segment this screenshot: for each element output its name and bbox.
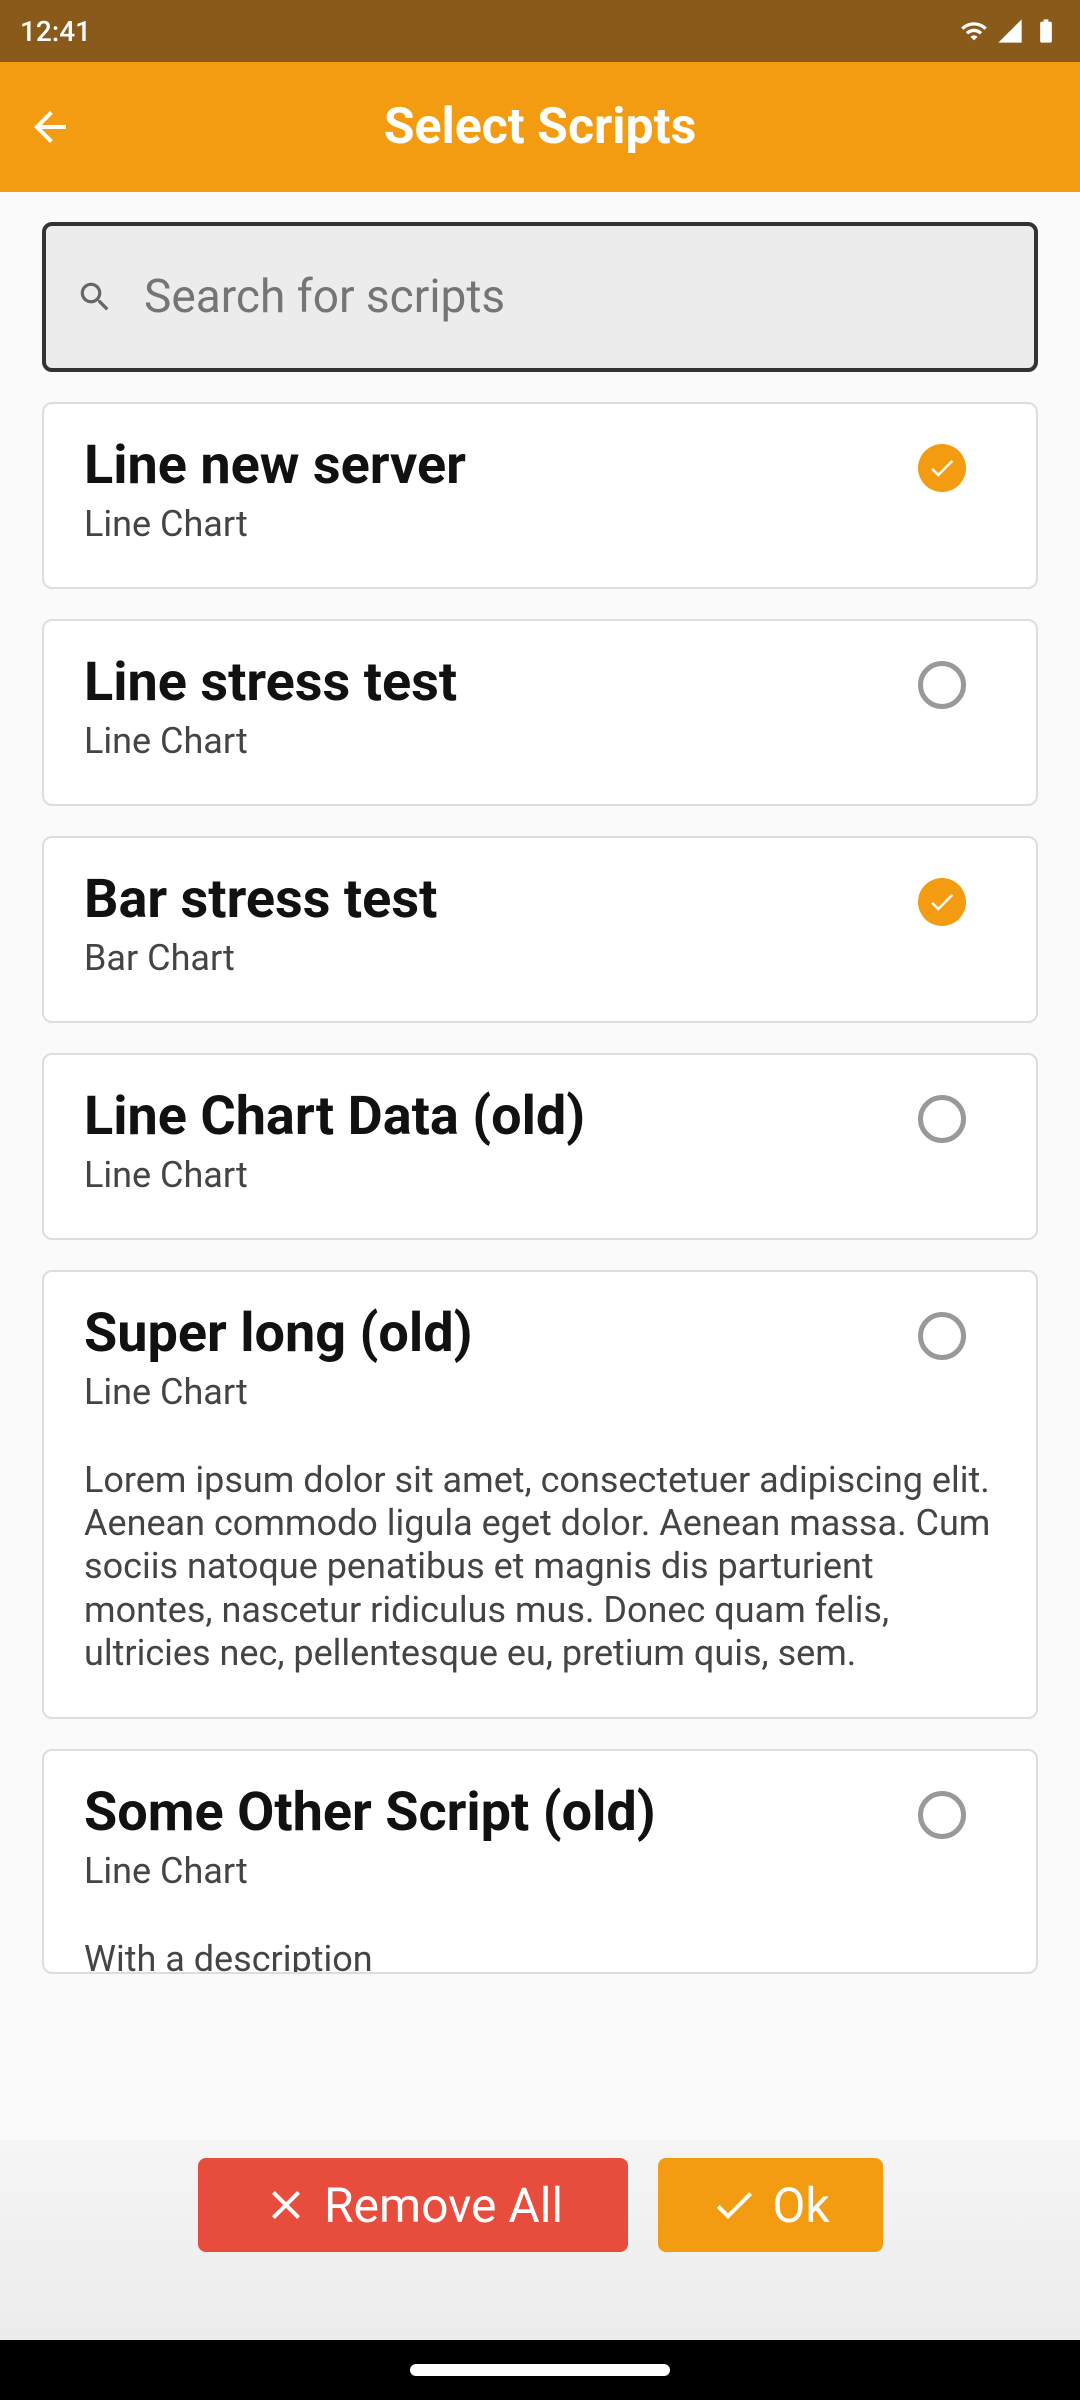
script-title: Bar stress test <box>84 868 918 931</box>
status-bar: 12:41 <box>0 0 1080 62</box>
close-icon <box>262 2181 310 2229</box>
list-item[interactable]: Some Other Script (old) Line Chart With … <box>42 1749 1038 1974</box>
script-title: Line Chart Data (old) <box>84 1085 918 1148</box>
status-icons <box>960 17 1060 45</box>
remove-all-button[interactable]: Remove All <box>198 2158 628 2252</box>
list-item[interactable]: Line Chart Data (old) Line Chart <box>42 1053 1038 1240</box>
selection-checked-icon[interactable] <box>918 878 966 926</box>
remove-all-label: Remove All <box>324 2177 563 2234</box>
selection-unchecked-icon[interactable] <box>918 1312 966 1360</box>
script-title: Super long (old) <box>84 1302 918 1365</box>
script-description: With a description <box>84 1938 996 1974</box>
status-time: 12:41 <box>20 15 91 48</box>
selection-unchecked-icon[interactable] <box>918 1095 966 1143</box>
selection-checked-icon[interactable] <box>918 444 966 492</box>
search-container <box>0 192 1080 402</box>
script-title: Line new server <box>84 434 918 497</box>
battery-icon <box>1032 17 1060 45</box>
list-item[interactable]: Line stress test Line Chart <box>42 619 1038 806</box>
system-nav-bar <box>0 2340 1080 2400</box>
app-bar: Select Scripts <box>0 62 1080 192</box>
selection-unchecked-icon[interactable] <box>918 661 966 709</box>
script-title: Some Other Script (old) <box>84 1781 918 1844</box>
selection-unchecked-icon[interactable] <box>918 1791 966 1839</box>
list-item[interactable]: Super long (old) Line Chart Lorem ipsum … <box>42 1270 1038 1719</box>
content-area: Line new server Line Chart Line stress t… <box>0 192 1080 2340</box>
list-item[interactable]: Bar stress test Bar Chart <box>42 836 1038 1023</box>
script-list: Line new server Line Chart Line stress t… <box>0 402 1080 1974</box>
script-subtitle: Line Chart <box>84 1850 918 1892</box>
script-title: Line stress test <box>84 651 918 714</box>
script-subtitle: Line Chart <box>84 1154 918 1196</box>
list-item[interactable]: Line new server Line Chart <box>42 402 1038 589</box>
script-subtitle: Bar Chart <box>84 937 918 979</box>
signal-icon <box>996 17 1024 45</box>
wifi-icon <box>960 17 988 45</box>
search-input[interactable] <box>144 270 1004 324</box>
search-box[interactable] <box>42 222 1038 372</box>
ok-label: Ok <box>772 2177 829 2234</box>
script-subtitle: Line Chart <box>84 503 918 545</box>
script-subtitle: Line Chart <box>84 720 918 762</box>
back-button[interactable] <box>20 97 80 157</box>
arrow-back-icon <box>26 103 74 151</box>
search-icon <box>76 278 114 316</box>
bottom-action-bar: Remove All Ok <box>0 2140 1080 2340</box>
home-indicator[interactable] <box>410 2364 670 2376</box>
ok-button[interactable]: Ok <box>658 2158 883 2252</box>
check-icon <box>710 2181 758 2229</box>
script-description: Lorem ipsum dolor sit amet, consectetuer… <box>84 1459 996 1675</box>
page-title: Select Scripts <box>384 98 697 156</box>
script-subtitle: Line Chart <box>84 1371 918 1413</box>
